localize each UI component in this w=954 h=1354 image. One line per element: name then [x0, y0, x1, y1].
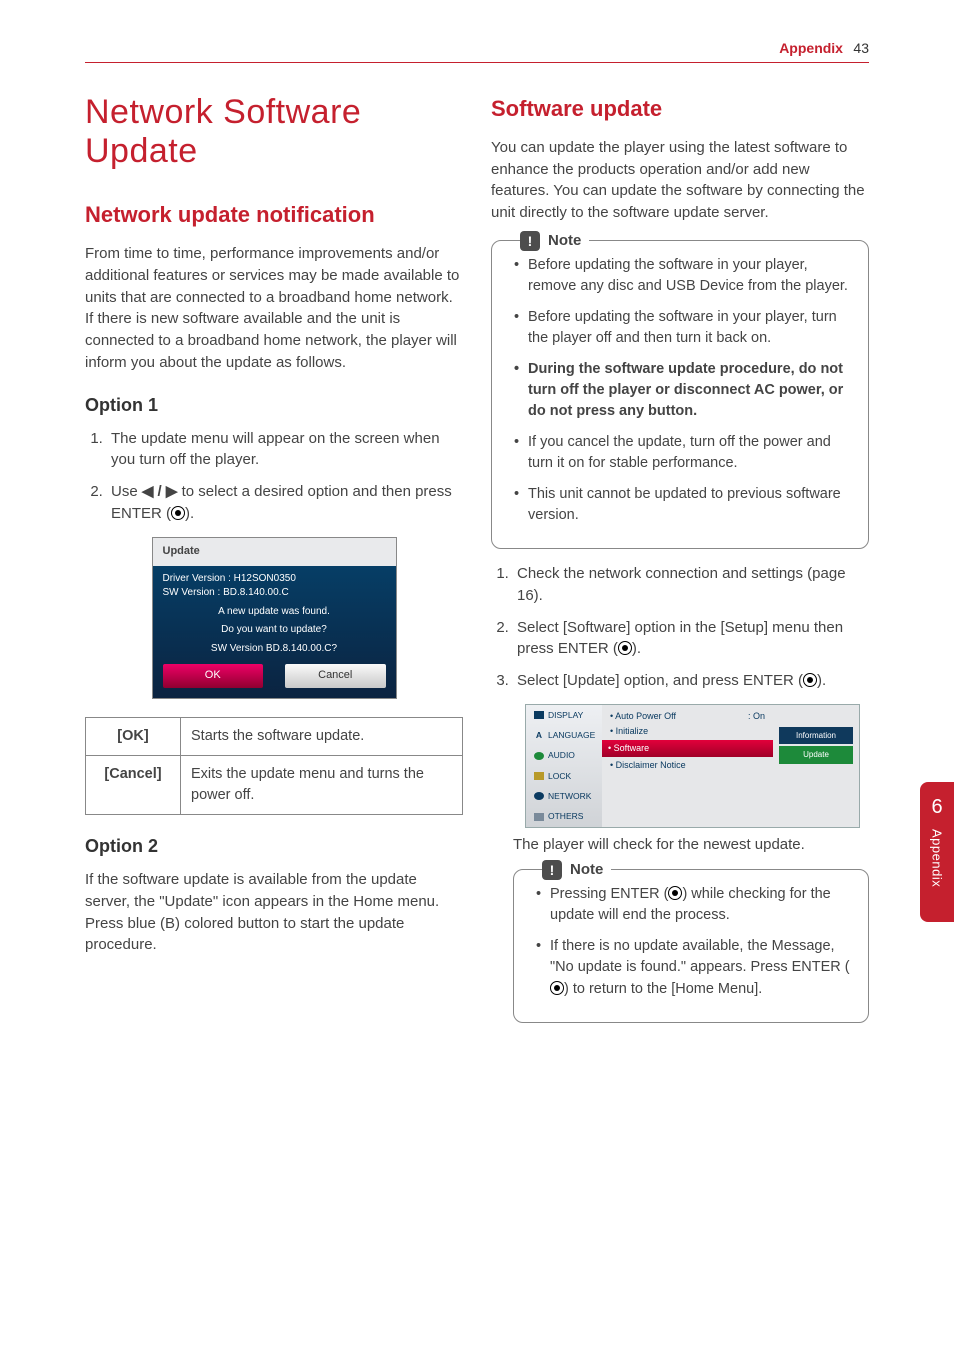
intro-paragraph: From time to time, performance improveme… [85, 243, 463, 374]
enter-icon [618, 641, 632, 655]
page-header: Appendix 43 [85, 40, 869, 63]
section-heading: Network update notification [85, 199, 463, 231]
section-name: Appendix [779, 40, 843, 56]
chapter-label: Appendix [930, 829, 945, 887]
caption: The player will check for the newest upd… [513, 834, 869, 856]
note-box: ! Note Before updating the software in y… [491, 240, 869, 549]
intro-paragraph: You can update the player using the late… [491, 137, 869, 224]
option1-heading: Option 1 [85, 392, 463, 418]
enter-icon [803, 673, 817, 687]
note-item: Before updating the software in your pla… [514, 255, 852, 297]
menu-item: OTHERS [526, 806, 602, 826]
menu-item: AUDIO [526, 745, 602, 765]
dialog-title: Update [153, 538, 396, 566]
left-column: Network Software Update Network update n… [85, 93, 463, 1023]
menu-item: LOCK [526, 766, 602, 786]
table-val: Exits the update menu and turns the powe… [181, 756, 463, 815]
update-button: Update [779, 746, 853, 764]
note-item: Pressing ENTER () while checking for the… [536, 884, 852, 926]
option1-steps: The update menu will appear on the scree… [85, 428, 463, 525]
table-val: Starts the software update. [181, 718, 463, 756]
cancel-button: Cancel [285, 664, 386, 688]
procedure-steps: Check the network connection and setting… [491, 563, 869, 692]
note-label: Note [548, 230, 581, 252]
table-key: [Cancel] [86, 756, 181, 815]
setup-menu-illustration: DISPLAY ALANGUAGE AUDIO LOCK NETWORK OTH… [525, 704, 860, 828]
menu-item: NETWORK [526, 786, 602, 806]
update-dialog-illustration: Update Driver Version : H12SON0350 SW Ve… [152, 537, 397, 699]
step: The update menu will appear on the scree… [107, 428, 463, 472]
enter-icon [171, 506, 185, 520]
menu-item: ALANGUAGE [526, 725, 602, 745]
note-label: Note [570, 859, 603, 881]
note-item: During the software update procedure, do… [514, 359, 852, 422]
note-icon: ! [520, 231, 540, 251]
page-number: 43 [853, 40, 869, 56]
option2-heading: Option 2 [85, 833, 463, 859]
note-item: This unit cannot be updated to previous … [514, 484, 852, 526]
chapter-number: 6 [931, 796, 942, 819]
page-title: Network Software Update [85, 93, 463, 171]
option2-paragraph: If the software update is available from… [85, 869, 463, 956]
side-tab: 6 Appendix [920, 782, 954, 922]
step: Select [Update] option, and press ENTER … [513, 670, 869, 692]
section-heading: Software update [491, 93, 869, 125]
enter-icon [668, 886, 682, 900]
note-box: ! Note Pressing ENTER () while checking … [513, 869, 869, 1022]
info-button: Information [779, 727, 853, 745]
table-key: [OK] [86, 718, 181, 756]
step: Use ◀ / ▶ to select a desired option and… [107, 481, 463, 525]
note-icon: ! [542, 860, 562, 880]
note-item: If you cancel the update, turn off the p… [514, 432, 852, 474]
menu-item: DISPLAY [526, 705, 602, 725]
option-table: [OK]Starts the software update. [Cancel]… [85, 717, 463, 815]
step: Select [Software] option in the [Setup] … [513, 617, 869, 661]
right-column: Software update You can update the playe… [491, 93, 869, 1023]
note-item: Before updating the software in your pla… [514, 307, 852, 349]
step: Check the network connection and setting… [513, 563, 869, 607]
enter-icon [550, 981, 564, 995]
note-item: If there is no update available, the Mes… [536, 936, 852, 999]
ok-button: OK [163, 664, 264, 688]
